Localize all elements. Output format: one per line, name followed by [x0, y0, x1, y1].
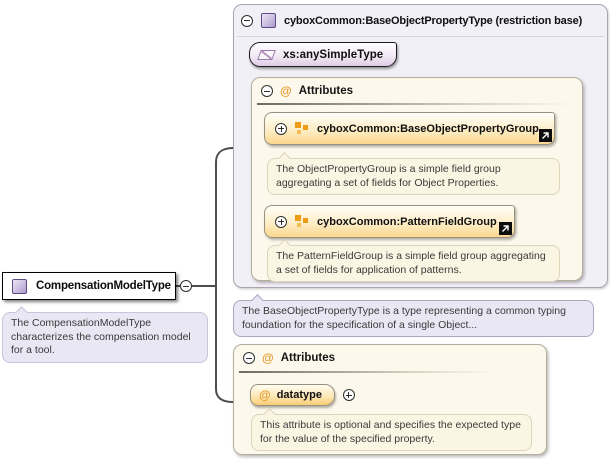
- collapse-toggle-attributes[interactable]: [243, 352, 255, 364]
- attributes-section: @ Attributes cyboxCommon:BaseObjectPrope…: [251, 77, 583, 281]
- expand-toggle-icon[interactable]: [275, 123, 287, 135]
- group-name: cyboxCommon:PatternFieldGroup: [317, 216, 497, 228]
- jump-to-definition-icon[interactable]: [539, 129, 552, 142]
- group-doc-text: The ObjectPropertyGroup is a simple fiel…: [276, 163, 501, 189]
- attributes-header: @ Attributes: [252, 78, 582, 97]
- base-type-header: cyboxCommon:BaseObjectPropertyType (rest…: [234, 5, 607, 28]
- complex-type-icon: [261, 13, 276, 28]
- schema-diagram: CompensationModelType The CompensationMo…: [0, 0, 614, 459]
- attribute-doc-text: This attribute is optional and specifies…: [260, 419, 521, 445]
- group-doc-text: The PatternFieldGroup is a simple field …: [276, 250, 546, 276]
- expand-toggle-icon[interactable]: [275, 216, 287, 228]
- group-box-patternfieldgroup[interactable]: cyboxCommon:PatternFieldGroup: [264, 205, 515, 238]
- attribute-group-icon: [295, 122, 309, 135]
- element-doc-text: The CompensationModelType characterizes …: [11, 317, 191, 356]
- element-doc-bubble: The CompensationModelType characterizes …: [2, 312, 208, 363]
- collapse-toggle-base-type[interactable]: [241, 15, 253, 27]
- expand-toggle-icon[interactable]: [343, 389, 355, 401]
- jump-to-definition-icon[interactable]: [499, 222, 512, 235]
- base-type-doc-bubble: The BaseObjectPropertyType is a type rep…: [233, 300, 594, 337]
- collapse-toggle-element[interactable]: [180, 280, 192, 292]
- attribute-row-datatype: @ datatype: [250, 384, 355, 406]
- attributes-panel: @ Attributes @ datatype This attribute i…: [233, 344, 547, 455]
- attributes-header: @ Attributes: [234, 345, 546, 364]
- attributes-separator: [257, 103, 573, 105]
- simple-type-badge[interactable]: xs:anySimpleType: [249, 42, 397, 67]
- group-doc-bubble: The ObjectPropertyGroup is a simple fiel…: [267, 158, 560, 195]
- attribute-badge-datatype[interactable]: @ datatype: [250, 384, 335, 406]
- base-type-doc-text: The BaseObjectPropertyType is a type rep…: [242, 305, 566, 331]
- attributes-separator: [239, 371, 491, 373]
- at-icon: @: [259, 389, 271, 401]
- complex-type-icon: [12, 279, 27, 294]
- attribute-group-icon: [295, 215, 309, 228]
- group-name: cyboxCommon:BaseObjectPropertyGroup: [317, 123, 539, 135]
- attribute-name: datatype: [277, 389, 322, 401]
- header-separator: [237, 36, 604, 37]
- collapse-toggle-attributes[interactable]: [261, 85, 273, 97]
- base-type-title: cyboxCommon:BaseObjectPropertyType (rest…: [284, 15, 582, 27]
- at-icon: @: [262, 352, 274, 364]
- at-icon: @: [280, 85, 292, 97]
- simple-type-icon: [257, 50, 276, 60]
- attributes-label: Attributes: [299, 85, 353, 97]
- simple-type-name: xs:anySimpleType: [283, 49, 383, 61]
- base-type-panel: cyboxCommon:BaseObjectPropertyType (rest…: [233, 4, 608, 288]
- element-name: CompensationModelType: [36, 280, 171, 292]
- group-doc-bubble: The PatternFieldGroup is a simple field …: [267, 245, 560, 282]
- group-box-baseobjectpropertygroup[interactable]: cyboxCommon:BaseObjectPropertyGroup: [264, 112, 555, 145]
- element-box-compensationmodeltype[interactable]: CompensationModelType: [2, 272, 176, 300]
- attributes-label: Attributes: [281, 352, 335, 364]
- attribute-doc-bubble: This attribute is optional and specifies…: [251, 414, 532, 451]
